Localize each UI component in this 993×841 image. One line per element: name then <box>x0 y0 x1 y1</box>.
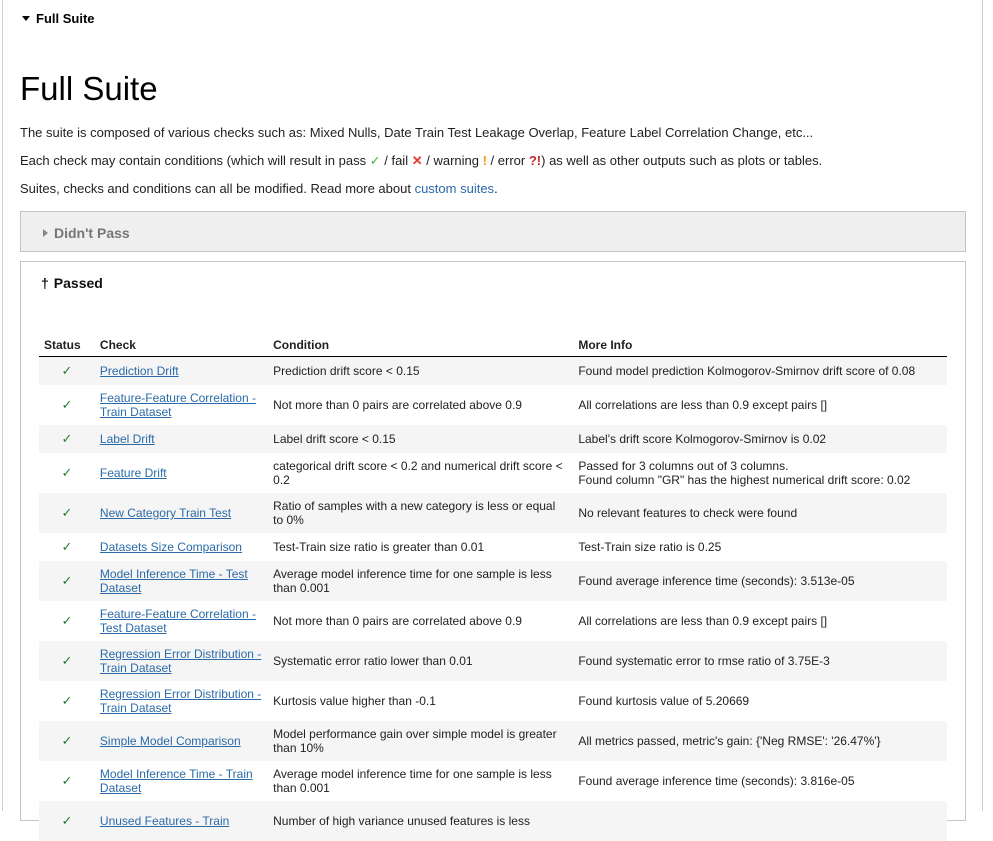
check-header: Check <box>94 334 269 357</box>
table-row: ✓ Datasets Size Comparison Test-Train si… <box>39 533 947 561</box>
condition-cell: Label drift score < 0.15 <box>268 425 574 453</box>
table-row: ✓ Regression Error Distribution - Train … <box>39 641 947 681</box>
customization-note: Suites, checks and conditions can all be… <box>20 181 498 196</box>
custom-suites-link[interactable]: custom suites <box>415 181 494 196</box>
check-link[interactable]: Prediction Drift <box>100 364 179 378</box>
pass-status-icon: ✓ <box>61 613 73 628</box>
caret-right-icon <box>43 229 48 237</box>
pass-icon: ✓ <box>369 153 381 168</box>
caret-down-icon: † <box>41 275 49 291</box>
check-link[interactable]: Feature-Feature Correlation - Test Datas… <box>100 607 256 635</box>
info-cell: All correlations are less than 0.9 excep… <box>578 614 828 628</box>
text-segment: / fail <box>380 153 412 168</box>
table-row: ✓ Regression Error Distribution - Train … <box>39 681 947 721</box>
condition-cell: Model performance gain over simple model… <box>268 721 574 761</box>
table-row: ✓ Label Drift Label drift score < 0.15 L… <box>39 425 947 453</box>
table-row: ✓ Feature Drift categorical drift score … <box>39 453 947 493</box>
condition-cell: Average model inference time for one sam… <box>268 561 574 601</box>
pass-status-icon: ✓ <box>61 693 73 708</box>
info-cell: Found average inference time (seconds): … <box>578 774 855 788</box>
info-cell: Found model prediction Kolmogorov-Smirno… <box>573 356 947 385</box>
passed-section: † Passed Status Check Condition More Inf… <box>20 261 966 841</box>
condition-cell: Systematic error ratio lower than 0.01 <box>268 641 574 681</box>
pass-status-icon: ✓ <box>61 773 73 788</box>
pass-status-icon: ✓ <box>39 801 95 841</box>
condition-cell: Not more than 0 pairs are correlated abo… <box>273 398 522 412</box>
check-link[interactable]: New Category Train Test <box>100 506 231 520</box>
info-line: Passed for 3 columns out of 3 columns. <box>578 459 789 473</box>
condition-cell: Ratio of samples with a new category is … <box>268 493 574 533</box>
text-segment: / error <box>486 153 529 168</box>
didnt-pass-toggle[interactable]: Didn't Pass <box>43 225 130 241</box>
table-row: ✓ Prediction Drift Prediction drift scor… <box>39 356 947 385</box>
check-link[interactable]: Unused Features - Train <box>100 814 229 828</box>
text-segment: ) as well as other outputs such as plots… <box>541 153 823 168</box>
page-title: Full Suite <box>20 70 158 107</box>
info-cell: Found kurtosis value of 5.20669 <box>578 694 750 708</box>
text-segment: Suites, checks and conditions can all be… <box>20 181 415 196</box>
table-row: ✓ Model Inference Time - Train Dataset A… <box>39 761 947 801</box>
fail-icon: ✕ <box>411 153 423 168</box>
table-row: ✓ Model Inference Time - Test Dataset Av… <box>39 561 947 601</box>
results-table: Status Check Condition More Info ✓ Predi… <box>39 334 947 841</box>
check-link[interactable]: Label Drift <box>100 432 155 446</box>
condition-cell: Kurtosis value higher than -0.1 <box>273 694 436 708</box>
more-info-header: More Info <box>573 334 947 357</box>
table-row: ✓ Feature-Feature Correlation - Train Da… <box>39 385 947 425</box>
conditions-description: Each check may contain conditions (which… <box>20 153 822 169</box>
passed-toggle[interactable]: † Passed <box>41 275 103 291</box>
pass-status-icon: ✓ <box>39 493 95 533</box>
info-cell: Passed for 3 columns out of 3 columns. Fo… <box>573 453 947 493</box>
error-icon: ?! <box>528 153 542 168</box>
text-segment: / warning <box>422 153 483 168</box>
check-link[interactable]: Model Inference Time - Test Dataset <box>100 567 248 595</box>
pass-status-icon: ✓ <box>61 539 73 554</box>
table-row: ✓ Simple Model Comparison Model performa… <box>39 721 947 761</box>
info-cell: Test-Train size ratio is 0.25 <box>578 540 722 554</box>
table-row: ✓ Feature-Feature Correlation - Test Dat… <box>39 601 947 641</box>
info-line: Found column "GR" has the highest numeri… <box>578 473 911 487</box>
full-suite-toggle-label: Full Suite <box>36 11 95 26</box>
table-row: ✓ New Category Train Test Ratio of sampl… <box>39 493 947 533</box>
check-link[interactable]: Feature-Feature Correlation - Train Data… <box>100 391 256 419</box>
info-cell: Label's drift score Kolmogorov-Smirnov i… <box>573 425 947 453</box>
pass-status-icon: ✓ <box>39 721 95 761</box>
didnt-pass-section: Didn't Pass <box>20 211 966 252</box>
check-link[interactable]: Regression Error Distribution - Train Da… <box>100 687 261 715</box>
check-link[interactable]: Regression Error Distribution - Train Da… <box>100 647 261 675</box>
text-segment: Each check may contain conditions (which… <box>20 153 370 168</box>
condition-cell: categorical drift score < 0.2 and numeri… <box>273 459 563 487</box>
pass-status-icon: ✓ <box>39 561 95 601</box>
condition-cell: Prediction drift score < 0.15 <box>268 356 574 385</box>
check-link[interactable]: Simple Model Comparison <box>100 734 241 748</box>
table-row: ✓ Unused Features - Train Number of high… <box>39 801 947 841</box>
didnt-pass-label: Didn't Pass <box>54 225 130 241</box>
condition-header: Condition <box>268 334 574 357</box>
pass-status-icon: ✓ <box>39 425 95 453</box>
info-cell <box>573 801 947 841</box>
status-header: Status <box>39 334 95 357</box>
check-link[interactable]: Feature Drift <box>100 466 167 480</box>
info-cell: Found average inference time (seconds): … <box>573 561 947 601</box>
info-cell: No relevant features to check were found <box>573 493 947 533</box>
pass-status-icon: ✓ <box>39 641 95 681</box>
caret-down-icon <box>22 16 30 21</box>
condition-cell: Average model inference time for one sam… <box>273 767 552 795</box>
check-link[interactable]: Model Inference Time - Train Dataset <box>100 767 253 795</box>
full-suite-toggle[interactable]: Full Suite <box>22 11 95 26</box>
condition-cell: Test-Train size ratio is greater than 0.… <box>273 540 485 554</box>
pass-status-icon: ✓ <box>61 465 73 480</box>
info-cell: Found systematic error to rmse ratio of … <box>573 641 947 681</box>
info-cell: All metrics passed, metric's gain: {'Neg… <box>573 721 947 761</box>
pass-status-icon: ✓ <box>39 356 95 385</box>
condition-cell: Number of high variance unused features … <box>268 801 574 841</box>
info-cell: All correlations are less than 0.9 excep… <box>578 398 828 412</box>
pass-status-icon: ✓ <box>61 397 73 412</box>
condition-cell: Not more than 0 pairs are correlated abo… <box>273 614 522 628</box>
check-link[interactable]: Datasets Size Comparison <box>100 540 242 554</box>
passed-label: Passed <box>53 275 103 291</box>
text-segment: . <box>494 181 498 196</box>
suite-description: The suite is composed of various checks … <box>20 125 814 140</box>
